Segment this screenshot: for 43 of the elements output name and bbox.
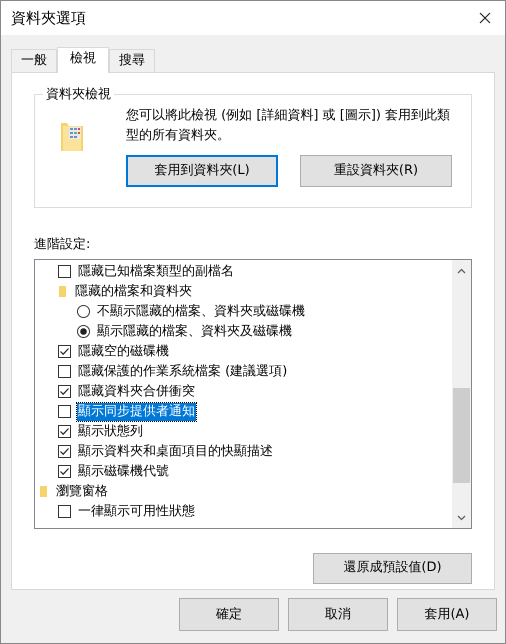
dialog-button[interactable]: 確定	[179, 598, 279, 631]
description-text: 您可以將此檢視 (例如 [詳細資料] 或 [圖示]) 套用到此類型的所有資料夾。	[126, 107, 451, 145]
dialog-button[interactable]: 套用(A)	[397, 598, 497, 631]
folder-icon	[58, 285, 68, 298]
scroll-up-icon[interactable]	[457, 268, 466, 274]
setting-label[interactable]: 不顯示隱藏的檔案、資料夾或磁碟機	[96, 302, 306, 320]
checkbox[interactable]	[58, 385, 71, 398]
setting-label[interactable]: 隱藏空的磁碟機	[77, 342, 170, 360]
checkbox[interactable]	[58, 505, 71, 518]
setting-label[interactable]: 顯示同步提供者通知	[77, 402, 196, 420]
setting-label[interactable]: 顯示狀態列	[77, 422, 144, 440]
radio-button[interactable]	[77, 305, 90, 318]
scrollbar[interactable]	[452, 260, 471, 528]
checkbox[interactable]	[58, 365, 71, 378]
setting-label[interactable]: 隱藏已知檔案類型的副檔名	[77, 262, 235, 280]
scrollbar-thumb[interactable]	[453, 388, 470, 482]
setting-label[interactable]: 一律顯示可用性狀態	[77, 502, 196, 520]
tab[interactable]: 搜尋	[109, 49, 155, 72]
window-title: 資料夾選項	[11, 8, 86, 29]
setting-label[interactable]: 顯示資料夾和桌面項目的快顯描述	[77, 442, 274, 460]
setting-label[interactable]: 隱藏的檔案和資料夾	[74, 282, 193, 300]
dialog-button[interactable]: 取消	[288, 598, 388, 631]
checkbox[interactable]	[58, 405, 71, 418]
tab[interactable]: 檢視	[57, 47, 109, 73]
tab[interactable]: 一般	[11, 49, 57, 72]
restore-defaults-button[interactable]: 還原成預設值(D)	[313, 552, 472, 584]
checkbox[interactable]	[58, 425, 71, 438]
close-icon[interactable]	[479, 12, 491, 24]
checkbox[interactable]	[58, 445, 71, 458]
setting-label[interactable]: 隱藏保護的作業系統檔案 (建議選項)	[77, 362, 288, 380]
setting-label[interactable]: 瀏覽窗格	[55, 482, 109, 500]
checkbox[interactable]	[58, 345, 71, 358]
advanced-settings-label: 進階設定:	[34, 236, 90, 254]
setting-label[interactable]: 顯示磁碟機代號	[77, 462, 170, 480]
setting-label[interactable]: 隱藏資料夾合併衝突	[77, 382, 196, 400]
folder-icon	[39, 485, 49, 498]
radio-button[interactable]	[77, 325, 90, 338]
checkbox[interactable]	[58, 465, 71, 478]
setting-label[interactable]: 顯示隱藏的檔案、資料夾及磁碟機	[96, 322, 293, 340]
folder-button[interactable]: 套用到資料夾(L)	[126, 155, 278, 187]
folder-button[interactable]: 重設資料夾(R)	[300, 155, 452, 187]
checkbox[interactable]	[58, 265, 71, 278]
scroll-down-icon[interactable]	[457, 514, 466, 520]
